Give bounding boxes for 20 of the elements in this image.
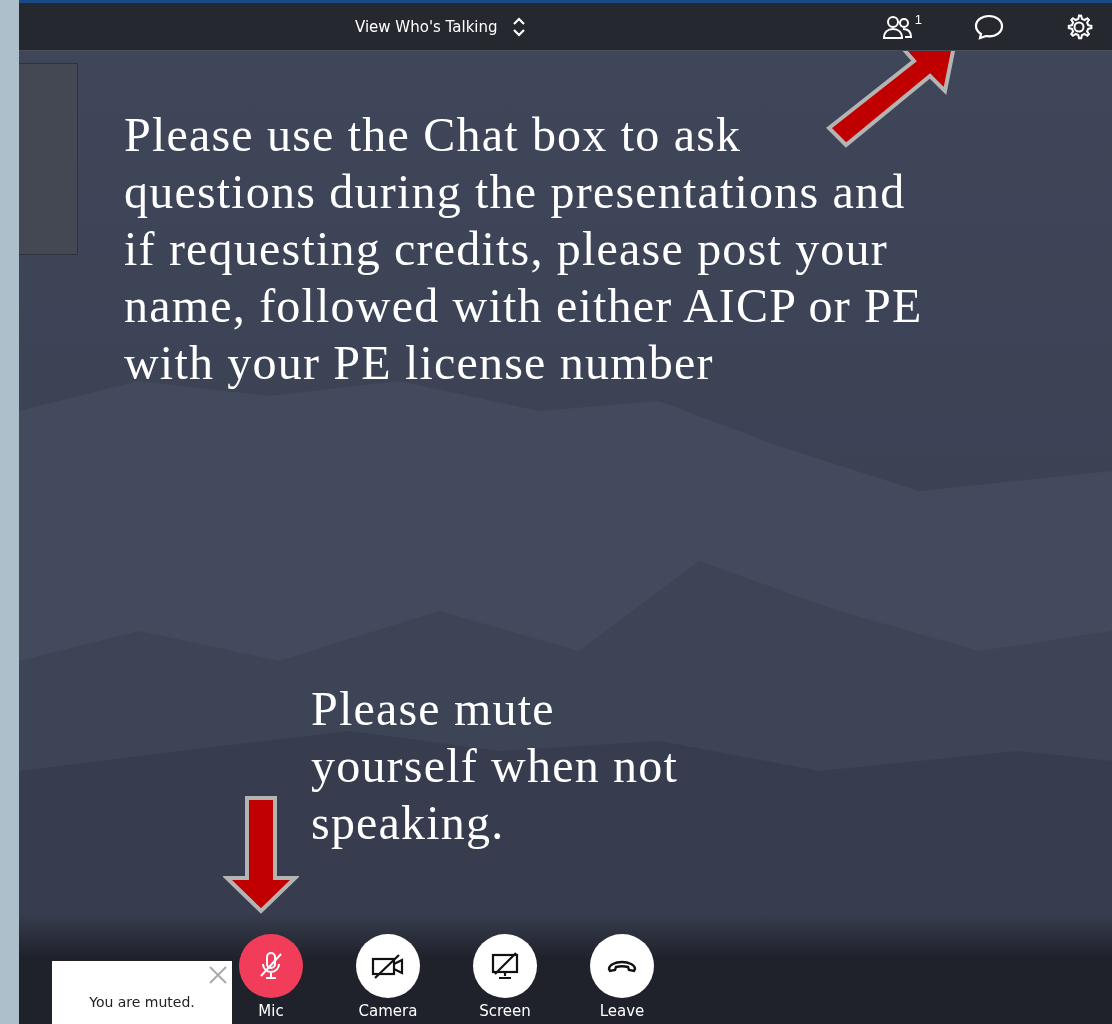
people-icon xyxy=(882,14,913,39)
screen-share-off-icon xyxy=(490,951,520,981)
view-mode-label: View Who's Talking xyxy=(355,17,498,36)
hang-up-icon xyxy=(606,959,638,973)
control-label: Leave xyxy=(599,1002,645,1020)
camera-off-icon xyxy=(371,953,405,979)
participants-button[interactable]: 1 xyxy=(882,14,922,39)
up-down-chevron-icon xyxy=(511,15,526,38)
control-label: Mic xyxy=(258,1002,284,1020)
muted-mic-icon xyxy=(258,951,284,981)
chat-bubble-icon xyxy=(974,13,1004,40)
arrow-icon xyxy=(223,796,299,914)
instruction-text: Please use the Chat box to ask questions during the presentations and if requesting credits, please post your name, followed with either AICP or PE with your PE license number xyxy=(124,107,924,391)
control-label: Screen xyxy=(479,1002,531,1020)
instruction-text: Please mute yourself when not speaking. xyxy=(311,681,679,851)
control-label: Camera xyxy=(358,1002,418,1020)
participant-count: 1 xyxy=(914,12,922,27)
view-mode-dropdown[interactable]: View Who's Talking xyxy=(355,3,526,50)
notification-text: You are muted. xyxy=(88,994,196,1010)
chat-button[interactable] xyxy=(974,13,1004,40)
